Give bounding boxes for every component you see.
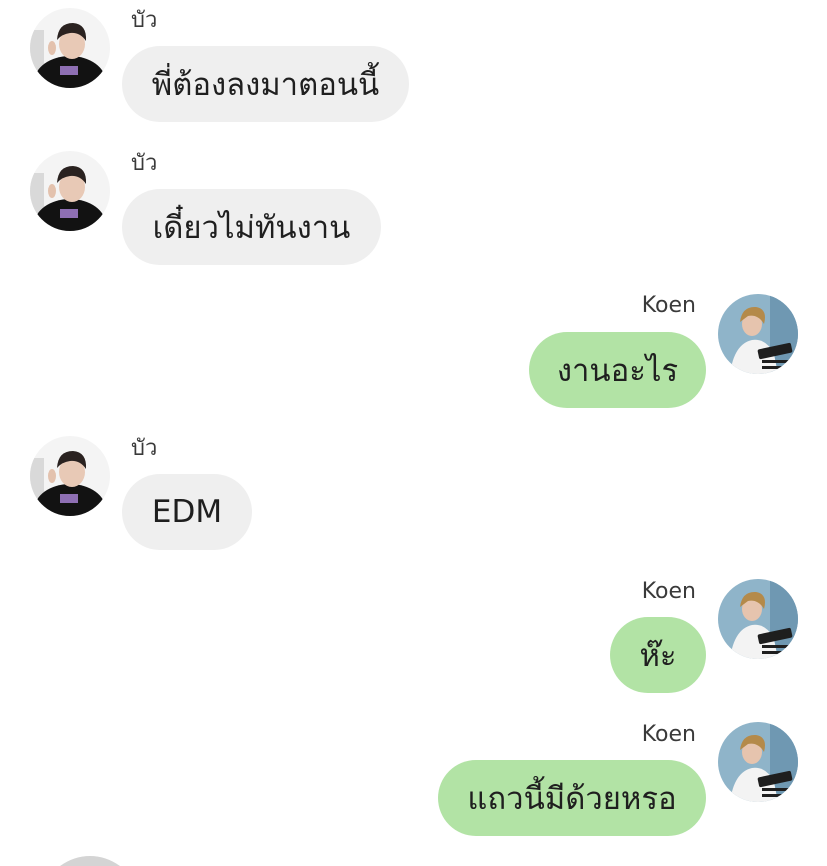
avatar-bua[interactable]	[30, 436, 110, 516]
avatar-koen[interactable]	[718, 722, 798, 802]
sender-name: บัว	[131, 8, 158, 33]
message-bubble[interactable]: เดี๋ยวไม่ทันงาน	[122, 189, 381, 265]
avatar-photo	[718, 294, 798, 374]
message-bubble[interactable]: ห๊ะ	[610, 617, 706, 693]
message-bubble[interactable]: งานอะไร	[529, 332, 706, 408]
avatar-koen[interactable]	[718, 579, 798, 659]
sender-name: Koen	[641, 293, 696, 318]
avatar-photo	[30, 151, 110, 231]
sender-name: บัว	[131, 151, 158, 176]
sender-name: Koen	[641, 579, 696, 604]
avatar-photo	[718, 579, 798, 659]
message-bubble[interactable]: EDM	[122, 474, 252, 550]
avatar-photo	[30, 8, 110, 88]
next-avatar-edge	[60, 856, 120, 866]
chat-thread: บัว พี่ต้องลงมาตอนนี้ บัว เดี๋ยวไม่ทันงา…	[0, 0, 827, 866]
avatar-bua[interactable]	[30, 151, 110, 231]
message-bubble[interactable]: แถวนี้มีด้วยหรอ	[438, 760, 706, 836]
avatar-photo	[30, 436, 110, 516]
message-bubble[interactable]: พี่ต้องลงมาตอนนี้	[122, 46, 409, 122]
sender-name: บัว	[131, 436, 158, 461]
sender-name: Koen	[641, 722, 696, 747]
avatar-koen[interactable]	[718, 294, 798, 374]
avatar-photo	[718, 722, 798, 802]
avatar-bua[interactable]	[30, 8, 110, 88]
